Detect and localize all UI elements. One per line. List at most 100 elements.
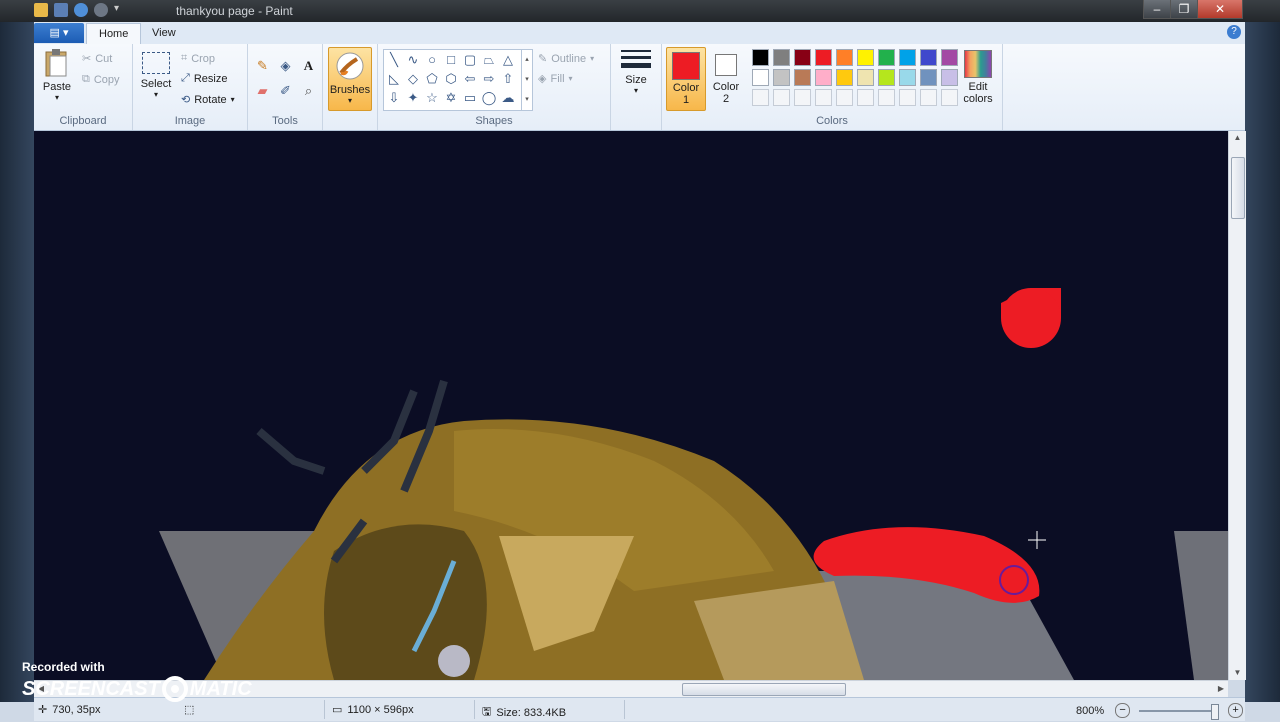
vertical-scroll-thumb[interactable]	[1231, 157, 1245, 219]
palette-swatch[interactable]	[773, 49, 790, 66]
palette-swatch[interactable]	[836, 69, 853, 86]
rounded-rectangle-shape-icon[interactable]: ▢	[461, 51, 479, 68]
eraser-icon[interactable]: ▰	[253, 81, 272, 100]
oval-shape-icon[interactable]: ○	[423, 51, 441, 68]
four-point-star-shape-icon[interactable]: ✦	[404, 89, 422, 106]
undo-icon[interactable]	[74, 3, 88, 17]
minimize-button[interactable]: –	[1143, 0, 1171, 19]
rotate-button[interactable]: ⟲ Rotate ▾	[181, 93, 235, 107]
text-icon[interactable]: A	[299, 56, 318, 75]
palette-swatch[interactable]	[941, 69, 958, 86]
palette-swatch[interactable]	[815, 49, 832, 66]
pencil-icon[interactable]: ✎	[253, 56, 272, 75]
palette-swatch[interactable]	[794, 49, 811, 66]
scroll-right-icon[interactable]: ▶	[1214, 681, 1228, 697]
scroll-down-icon[interactable]: ▼	[1229, 666, 1246, 680]
five-point-star-shape-icon[interactable]: ☆	[423, 89, 441, 106]
palette-swatch[interactable]	[920, 89, 937, 106]
curve-shape-icon[interactable]: ∿	[404, 51, 422, 68]
zoom-out-icon[interactable]: −	[1115, 703, 1131, 718]
cloud-callout-shape-icon[interactable]: ☁	[499, 89, 517, 106]
left-arrow-shape-icon[interactable]: ⇦	[461, 70, 479, 87]
edit-colors-button[interactable]: Edit colors	[958, 50, 998, 105]
tab-home[interactable]: Home	[86, 23, 142, 46]
palette-swatch[interactable]	[878, 49, 895, 66]
scroll-up-icon[interactable]: ▲	[1229, 131, 1246, 145]
color-picker-icon[interactable]: ✐	[276, 81, 295, 100]
select-button[interactable]: Select ▾	[139, 52, 173, 99]
horizontal-scroll-thumb[interactable]	[682, 683, 846, 696]
line-shape-icon[interactable]: ╲	[385, 51, 403, 68]
rectangle-shape-icon[interactable]: □	[442, 51, 460, 68]
fill-bucket-icon[interactable]: ◈	[276, 56, 295, 75]
paint-menu-button[interactable]: ▤ ▾	[34, 23, 84, 43]
fill-label: Fill	[550, 72, 565, 85]
palette-swatch[interactable]	[857, 49, 874, 66]
palette-swatch[interactable]	[857, 89, 874, 106]
fill-button[interactable]: ◈ Fill ▾	[538, 72, 573, 86]
palette-swatch[interactable]	[815, 89, 832, 106]
customize-quick-access-icon[interactable]: ▾	[114, 3, 128, 17]
up-arrow-shape-icon[interactable]: ⇧	[499, 70, 517, 87]
palette-swatch[interactable]	[773, 69, 790, 86]
hexagon-shape-icon[interactable]: ⬡	[442, 70, 460, 87]
zoom-slider[interactable]	[1139, 703, 1220, 720]
rounded-callout-shape-icon[interactable]: ▭	[461, 89, 479, 106]
tab-view[interactable]: View	[140, 23, 188, 44]
palette-swatch[interactable]	[899, 89, 916, 106]
palette-swatch[interactable]	[920, 69, 937, 86]
palette-swatch[interactable]	[752, 49, 769, 66]
redo-icon[interactable]	[94, 3, 108, 17]
palette-swatch[interactable]	[857, 69, 874, 86]
pentagon-shape-icon[interactable]: ⬠	[423, 70, 441, 87]
palette-swatch[interactable]	[752, 89, 769, 106]
right-triangle-shape-icon[interactable]: ◺	[385, 70, 403, 87]
palette-swatch[interactable]	[878, 69, 895, 86]
magnifier-icon[interactable]: ⌕	[299, 81, 318, 100]
palette-swatch[interactable]	[836, 89, 853, 106]
palette-swatch[interactable]	[878, 89, 895, 106]
brushes-button[interactable]: Brushes ▾	[328, 47, 372, 111]
right-arrow-shape-icon[interactable]: ⇨	[480, 70, 498, 87]
palette-swatch[interactable]	[794, 69, 811, 86]
canvas-image[interactable]	[34, 131, 1228, 680]
diamond-shape-icon[interactable]: ◇	[404, 70, 422, 87]
color1-button[interactable]: Color 1	[666, 47, 706, 111]
help-icon[interactable]: ?	[1227, 25, 1241, 39]
shapes-scroll-icon[interactable]: ▴ ▾ ▾	[521, 50, 532, 110]
palette-swatch[interactable]	[941, 89, 958, 106]
maximize-button[interactable]: ❐	[1170, 0, 1198, 19]
palette-swatch[interactable]	[941, 49, 958, 66]
polygon-shape-icon[interactable]: ⏢	[480, 51, 498, 68]
zoom-slider-thumb[interactable]	[1211, 703, 1220, 720]
triangle-shape-icon[interactable]: △	[499, 51, 517, 68]
copy-button[interactable]: ⧉ Copy	[82, 73, 120, 86]
palette-swatch[interactable]	[899, 69, 916, 86]
cut-button[interactable]: ✂ Cut	[82, 52, 112, 66]
color2-button[interactable]: Color 2	[707, 47, 745, 109]
palette-swatch[interactable]	[920, 49, 937, 66]
fill-icon: ◈	[538, 73, 547, 85]
resize-button[interactable]: ⤢ Resize	[181, 72, 227, 85]
palette-swatch[interactable]	[773, 89, 790, 106]
paint-app-icon[interactable]	[34, 3, 48, 17]
palette-swatch[interactable]	[752, 69, 769, 86]
resize-icon: ⤢	[181, 72, 190, 84]
vertical-scrollbar[interactable]: ▲ ▼	[1228, 131, 1246, 680]
canvas-area[interactable]	[34, 131, 1228, 680]
palette-swatch[interactable]	[815, 69, 832, 86]
six-point-star-shape-icon[interactable]: ✡	[442, 89, 460, 106]
zoom-in-icon[interactable]: +	[1228, 703, 1244, 718]
palette-swatch[interactable]	[899, 49, 916, 66]
palette-swatch[interactable]	[794, 89, 811, 106]
image-group-label: Image	[174, 115, 206, 127]
crop-button[interactable]: ⌗ Crop	[181, 52, 215, 65]
down-arrow-shape-icon[interactable]: ⇩	[385, 89, 403, 106]
palette-swatch[interactable]	[836, 49, 853, 66]
outline-button[interactable]: ✎ Outline ▾	[538, 52, 594, 66]
oval-callout-shape-icon[interactable]: ◯	[480, 89, 498, 106]
close-button[interactable]: ✕	[1197, 0, 1243, 19]
save-icon[interactable]	[54, 3, 68, 17]
paste-button[interactable]: Paste ▾	[40, 48, 74, 102]
size-button[interactable]: Size ▾	[617, 50, 655, 95]
